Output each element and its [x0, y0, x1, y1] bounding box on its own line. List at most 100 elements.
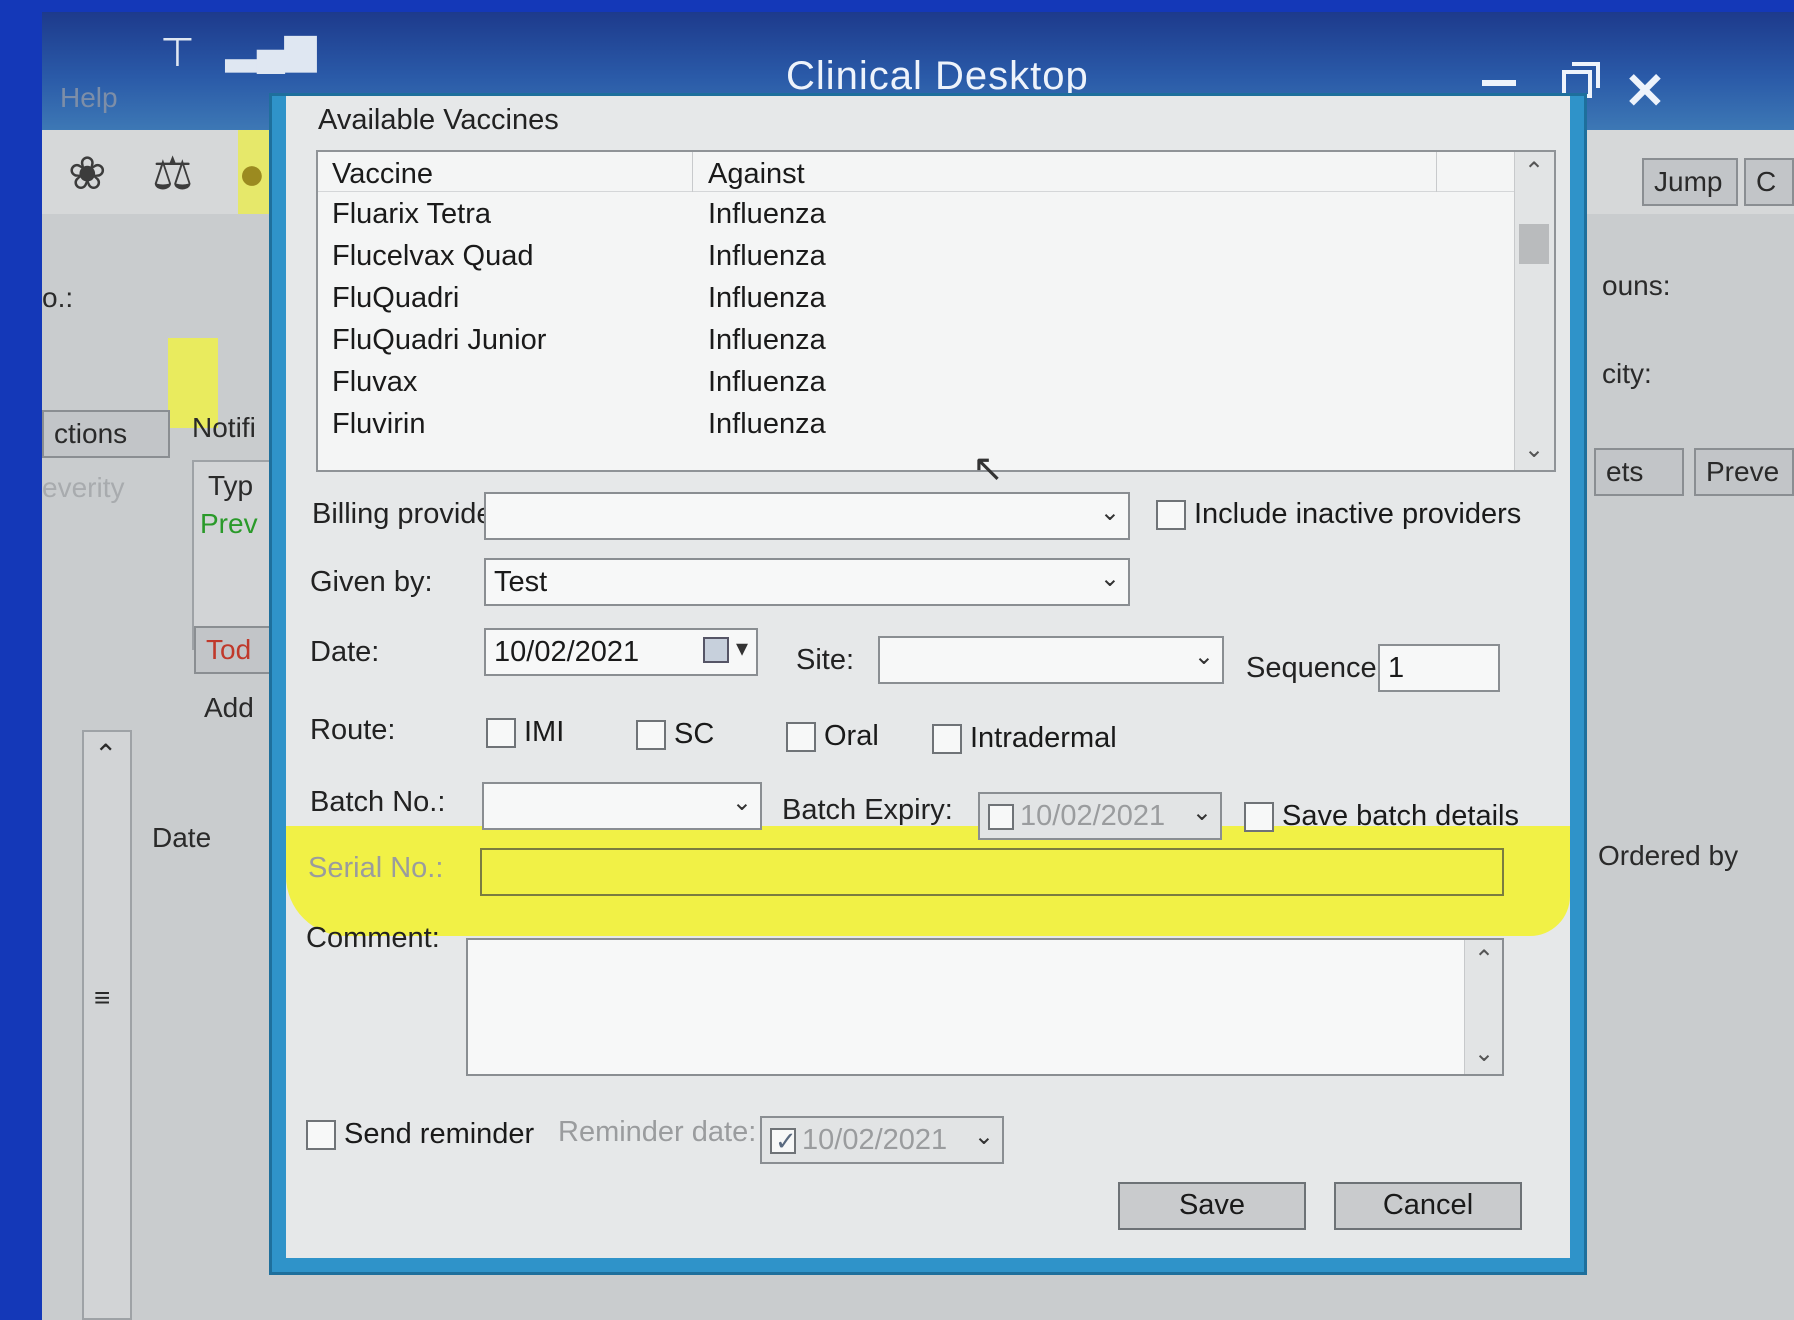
date-label: Date: [310, 636, 380, 668]
scroll-thumb[interactable] [1519, 224, 1549, 264]
chevron-down-icon[interactable]: ⌄ [1192, 798, 1212, 827]
list-item[interactable]: FluQuadri Influenza [318, 278, 1514, 320]
billing-provider-label: Billing provider: [312, 498, 511, 530]
vaccine-name: Flucelvax Quad [332, 240, 534, 272]
left-scrollbar[interactable]: ⌃ ≡ [82, 730, 132, 1320]
vaccine-name: Fluarix Tetra [332, 198, 492, 230]
pin-icon[interactable]: ⊤ [160, 30, 195, 76]
chevron-down-icon[interactable]: ⌄ [732, 788, 752, 817]
vaccine-against: Influenza [708, 282, 826, 314]
type-header: Typ [208, 470, 254, 501]
reminder-date-picker[interactable]: 10/02/2021 ⌄ [760, 1116, 1004, 1164]
person-icon[interactable]: ● [238, 146, 266, 200]
send-reminder-checkbox[interactable] [306, 1120, 336, 1150]
chevron-down-icon[interactable]: ⌄ [1100, 498, 1120, 527]
c-button[interactable]: C [1744, 158, 1794, 206]
batch-expiry-picker[interactable]: 10/02/2021 ⌄ [978, 792, 1222, 840]
comment-label: Comment: [306, 922, 440, 954]
route-imi-label[interactable]: IMI [524, 716, 564, 749]
save-batch-label[interactable]: Save batch details [1282, 800, 1519, 833]
batch-no-label: Batch No.: [310, 786, 446, 818]
route-oral-label[interactable]: Oral [824, 720, 879, 753]
sequence-input[interactable]: 1 [1378, 644, 1500, 692]
date-picker[interactable]: 10/02/2021 ▾ [484, 628, 758, 676]
menu-lines-icon[interactable]: ≡ [94, 982, 110, 1014]
save-button[interactable]: Save [1118, 1182, 1306, 1230]
list-item[interactable]: Fluarix Tetra Influenza [318, 194, 1514, 236]
reminder-date-label: Reminder date: [558, 1116, 757, 1148]
list-scrollbar[interactable]: ⌃ ⌄ [1514, 152, 1554, 470]
route-sc-checkbox[interactable] [636, 720, 666, 750]
route-intradermal-checkbox[interactable] [932, 724, 962, 754]
route-oral-checkbox[interactable] [786, 722, 816, 752]
serial-no-label: Serial No.: [308, 852, 444, 884]
window-title: Clinical Desktop [786, 54, 1089, 98]
column-divider [692, 152, 693, 192]
list-item[interactable]: Fluvax Influenza [318, 362, 1514, 404]
list-item[interactable]: FluQuadri Junior Influenza [318, 320, 1514, 362]
available-vaccines-title: Available Vaccines [318, 104, 559, 136]
list-item[interactable]: Fluvirin Influenza [318, 404, 1514, 446]
batch-no-select[interactable]: ⌄ [482, 782, 762, 830]
scales-icon[interactable]: ⚖ [152, 146, 193, 200]
site-label: Site: [796, 644, 855, 676]
scroll-up-icon[interactable]: ⌃ [1515, 154, 1553, 190]
batch-expiry-checkbox[interactable] [988, 804, 1014, 831]
preventive-tab[interactable]: Preve [1694, 448, 1794, 496]
sets-tab[interactable]: ets [1594, 448, 1684, 496]
ordered-by-header[interactable]: Ordered by [1598, 840, 1738, 872]
chevron-down-icon[interactable]: ⌄ [974, 1122, 994, 1151]
chevron-down-icon[interactable]: ⌄ [1194, 642, 1214, 671]
vaccine-against: Influenza [708, 240, 826, 272]
scroll-up-icon[interactable]: ⌃ [1465, 942, 1503, 978]
minimize-icon[interactable] [1482, 80, 1516, 86]
include-inactive-label[interactable]: Include inactive providers [1194, 498, 1521, 531]
route-label: Route: [310, 714, 396, 746]
vaccine-column-header[interactable]: Vaccine [332, 158, 433, 191]
scroll-down-icon[interactable]: ⌄ [1465, 1036, 1503, 1072]
notifications-panel: Typ Prev [192, 460, 272, 650]
today-button[interactable]: Tod [194, 626, 274, 674]
reminder-date-checkbox[interactable] [770, 1126, 797, 1157]
save-batch-checkbox[interactable] [1244, 802, 1274, 832]
jump-button[interactable]: Jump [1642, 158, 1738, 206]
menu-help[interactable]: Help [60, 82, 118, 114]
prev-item[interactable]: Prev [200, 508, 258, 540]
billing-provider-select[interactable]: ⌄ [484, 492, 1130, 540]
stethoscope-icon[interactable]: ❀ [68, 146, 107, 200]
scroll-down-icon[interactable]: ⌄ [1515, 432, 1553, 468]
include-inactive-checkbox[interactable] [1156, 500, 1186, 530]
batch-expiry-label: Batch Expiry: [782, 794, 953, 826]
close-icon[interactable]: ✕ [1624, 62, 1666, 120]
mouse-pointer-icon: ↖ [972, 448, 1004, 490]
actions-tab[interactable]: ctions [42, 410, 170, 458]
add-button[interactable]: Add [204, 692, 254, 724]
counts-label: ouns: [1602, 270, 1671, 301]
given-by-select[interactable]: Test ⌄ [484, 558, 1130, 606]
chevron-down-icon[interactable]: ⌄ [1100, 564, 1120, 593]
list-header: Vaccine Against [318, 152, 1514, 192]
vaccine-name: Fluvirin [332, 408, 426, 440]
calendar-icon[interactable]: ▾ [703, 634, 748, 663]
list-item[interactable]: Flucelvax Quad Influenza [318, 236, 1514, 278]
serial-no-input[interactable] [480, 848, 1504, 896]
scroll-up-icon[interactable]: ⌃ [94, 738, 117, 771]
send-reminder-label[interactable]: Send reminder [344, 1118, 534, 1151]
restore-icon[interactable] [1562, 62, 1600, 98]
route-intradermal-label[interactable]: Intradermal [970, 722, 1117, 755]
cancel-button[interactable]: Cancel [1334, 1182, 1522, 1230]
date-value: 10/02/2021 [494, 636, 640, 668]
vaccine-list[interactable]: Vaccine Against Fluarix Tetra Influenza … [316, 150, 1556, 472]
bg-label-no: o.: [42, 282, 74, 313]
route-sc-label[interactable]: SC [674, 718, 714, 751]
route-imi-checkbox[interactable] [486, 718, 516, 748]
comment-scrollbar[interactable]: ⌃ ⌄ [1464, 940, 1502, 1074]
site-select[interactable]: ⌄ [878, 636, 1224, 684]
signal-icon: ▂▄▆ [226, 27, 316, 71]
comment-textarea[interactable]: ⌃ ⌄ [466, 938, 1504, 1076]
date-column-header[interactable]: Date [152, 822, 211, 854]
vaccine-against: Influenza [708, 198, 826, 230]
vaccine-against: Influenza [708, 324, 826, 356]
notifications-label: Notifi [192, 412, 256, 443]
against-column-header[interactable]: Against [708, 158, 805, 191]
